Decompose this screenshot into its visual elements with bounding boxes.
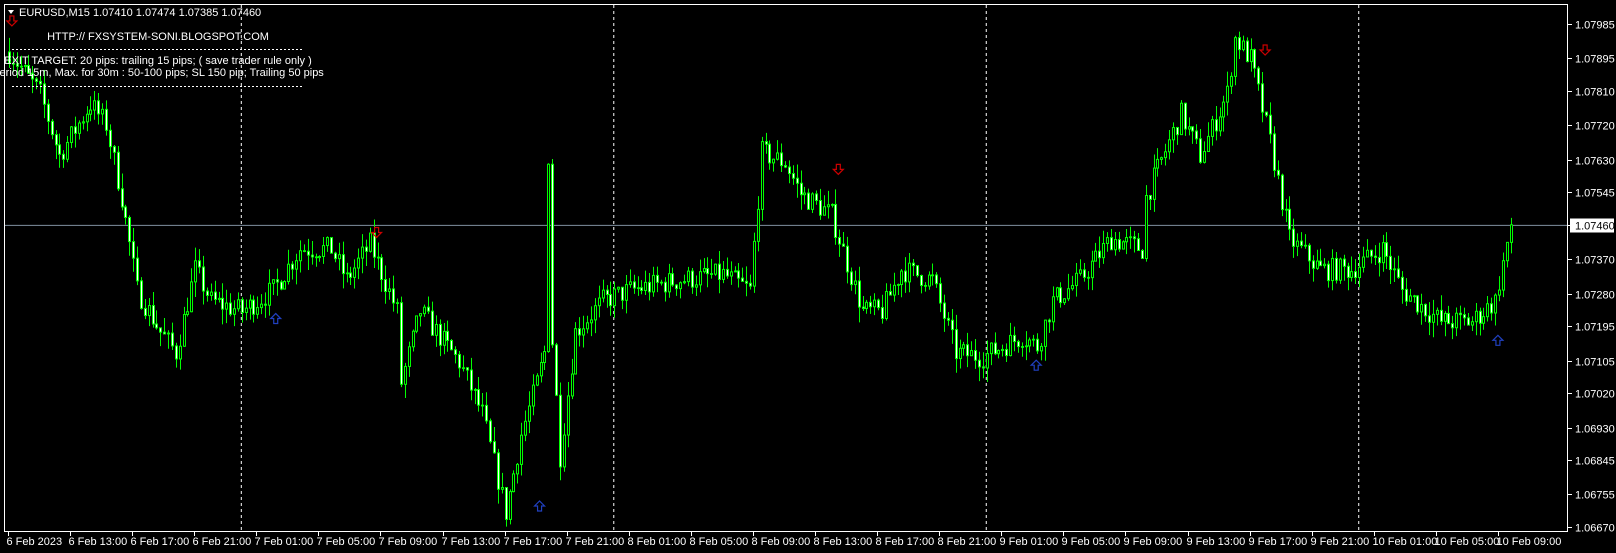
price-label: 1.07195 [1575,322,1615,334]
time-label: 8 Feb 09:00 [752,536,811,548]
candle [1145,185,1148,262]
candle [489,418,492,444]
candle [547,163,550,353]
time-label: 8 Feb 01:00 [628,536,687,548]
price-chart[interactable]: 1.07985 1.07895 1.07810 1.07720 1.07630 1.075… [0,0,1616,553]
time-label: 9 Feb 13:00 [1187,536,1246,548]
time-label: 6 Feb 13:00 [69,536,128,548]
price-label: 1.07545 [1575,188,1615,200]
candle [551,158,554,348]
candle [512,470,515,493]
candle [555,342,558,397]
symbol-ohlc-label: EURUSD,M15 1.07410 1.07474 1.07385 1.074… [19,7,261,19]
candle [415,315,418,334]
candle [1122,240,1125,250]
candle [1273,126,1276,178]
candle [509,489,512,525]
candle [916,265,919,278]
time-label: 7 Feb 01:00 [255,536,314,548]
time-label: 9 Feb 21:00 [1311,536,1370,548]
time-label: 6 Feb 17:00 [131,536,190,548]
time-label: 8 Feb 17:00 [876,536,935,548]
candle [753,232,756,293]
price-label: 1.07105 [1575,357,1615,369]
candle [714,263,717,276]
candle [1141,248,1144,260]
overlay-period-info: Period 15m, Max. for 30m : 50-100 pips; … [0,67,324,79]
price-label: 1.07370 [1575,255,1615,267]
time-label: 6 Feb 21:00 [193,536,252,548]
price-label: 1.06930 [1575,424,1615,436]
time-label: 8 Feb 13:00 [814,536,873,548]
candle [1281,173,1284,217]
time-label: 7 Feb 05:00 [317,536,376,548]
price-label: 1.07810 [1575,87,1615,99]
price-label: 1.06845 [1575,456,1615,468]
candle [400,296,403,388]
price-label: 1.07985 [1575,20,1615,32]
price-label: 1.07720 [1575,121,1615,133]
time-label: 9 Feb 01:00 [1000,536,1059,548]
candle [117,146,120,192]
price-label: 1.06670 [1575,523,1615,535]
price-label: 1.07630 [1575,156,1615,168]
candle [1416,295,1419,315]
time-label: 7 Feb 13:00 [442,536,501,548]
price-label: 1.07280 [1575,290,1615,302]
time-label: 10 Feb 01:00 [1373,536,1438,548]
time-label: 9 Feb 17:00 [1249,536,1308,548]
candle [559,382,562,481]
time-label: 10 Feb 09:00 [1497,536,1562,548]
candle [574,322,577,375]
time-label: 9 Feb 05:00 [1062,536,1121,548]
candle [761,136,764,221]
candle [1246,37,1249,63]
time-label: 6 Feb 2023 [7,536,63,548]
candle [283,280,286,290]
candle [330,237,333,254]
chart-header: EURUSD,M15 1.07410 1.07474 1.07385 1.074… [8,7,261,19]
time-label: 10 Feb 05:00 [1435,536,1500,548]
price-label: 1.07895 [1575,54,1615,66]
candle [1339,257,1342,284]
time-label: 7 Feb 17:00 [504,536,563,548]
time-label: 8 Feb 05:00 [690,536,749,548]
time-label: 8 Feb 21:00 [938,536,997,548]
candle [1180,100,1183,136]
price-label: 1.06755 [1575,490,1615,502]
chart-background [0,0,1616,553]
time-label: 9 Feb 09:00 [1124,536,1183,548]
current-price-label: 1.07460 [1575,221,1615,233]
price-label: 1.07020 [1575,389,1615,401]
candle [450,338,453,351]
time-label: 7 Feb 09:00 [379,536,438,548]
overlay-url: HTTP:// FXSYSTEM-SONI.BLOGSPOT.COM [47,31,269,43]
candle [140,277,143,310]
overlay-exit-target: EXIT TARGET: 20 pips: trailing 15 pips; … [4,55,312,67]
time-label: 7 Feb 21:00 [566,536,625,548]
